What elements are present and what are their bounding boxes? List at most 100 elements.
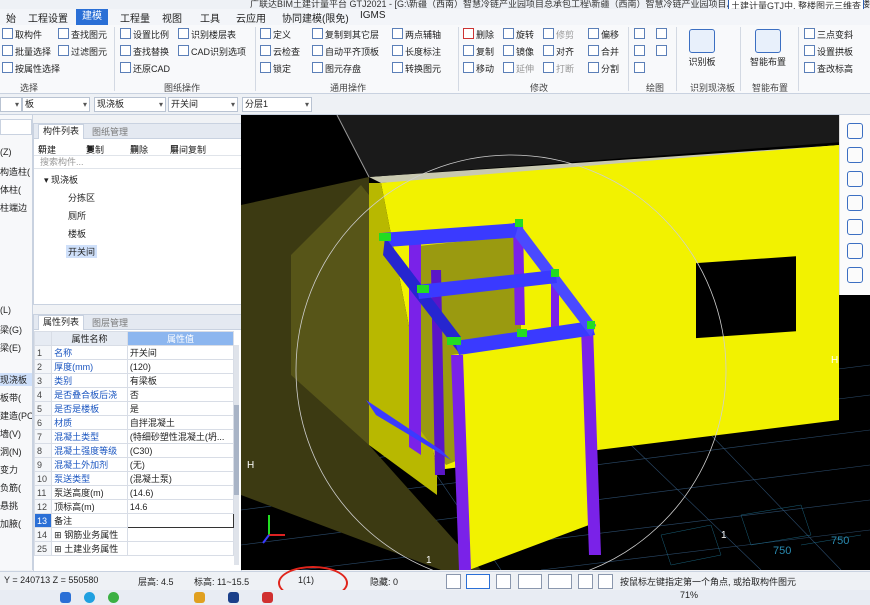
draw-circle-button[interactable] [656,28,669,40]
pdf-icon[interactable] [262,592,273,603]
cat-item[interactable]: 梁(E) [0,341,21,354]
chat-icon[interactable] [108,592,119,603]
save-element-button[interactable]: 图元存盘 [312,62,361,75]
tree-item[interactable]: 楼板 [68,227,86,240]
cat-item[interactable]: 悬挑 [0,499,18,512]
auto-align-slab-button[interactable]: 自动平齐顶板 [312,45,379,58]
batch-select-button[interactable]: 批量选择 [2,45,51,58]
break-button[interactable]: 打断 [543,62,574,75]
tab-view[interactable]: 视图 [162,10,182,25]
property-value[interactable]: 14.6 [126,499,235,514]
offset-toggle[interactable] [548,574,572,589]
property-scrollbar[interactable] [234,345,239,565]
mirror-button[interactable]: 镜像 [503,45,534,58]
draw-arc-button[interactable] [634,62,647,74]
rotate-button[interactable]: 旋转 [503,28,534,41]
report-icon[interactable] [847,267,863,283]
gtj-app-icon[interactable] [228,592,239,603]
trim-button[interactable]: 修剪 [543,28,574,41]
property-value[interactable]: 自拌混凝土 [126,415,235,430]
3d-view-icon[interactable] [847,171,863,187]
set-scale-button[interactable]: 设置比例 [120,28,169,41]
identify-board-button[interactable]: 识别板 [682,29,722,68]
smart-layout-button[interactable]: 智能布置 [746,29,790,68]
set-arch-slab-button[interactable]: 设置拱板 [804,45,853,58]
extend-button[interactable]: 延伸 [503,62,534,75]
tab-drawing-management[interactable]: 图纸管理 [88,125,132,138]
check-elevation-button[interactable]: 查改标高 [804,62,853,75]
tree-item-selected[interactable]: 开关间 [66,245,98,258]
browser-icon[interactable] [84,592,95,603]
pick-component-button[interactable]: 取构件 [2,28,42,41]
tab-project-settings[interactable]: 工程设置 [28,10,68,25]
layer-select[interactable]: 分层1 [242,97,312,112]
tab-igms[interactable]: IGMS [360,10,386,21]
property-value[interactable]: (无) [126,457,235,472]
three-point-slope-button[interactable]: 三点变斜 [804,28,853,41]
define-button[interactable]: 定义 [260,28,291,41]
tree-item[interactable]: 厕所 [68,209,86,222]
start-icon[interactable] [60,592,71,603]
draw-point-button[interactable] [634,28,647,40]
tree-root[interactable]: ▾ 现浇板 [44,173,78,186]
cat-item[interactable]: 墙(V) [0,427,21,440]
lock-button[interactable]: 锁定 [260,62,291,75]
cat-item[interactable]: 加腋( [0,517,21,530]
identify-floor-table-button[interactable]: 识别楼层表 [178,28,236,41]
property-value[interactable]: 是 [126,401,235,416]
view-toggle[interactable] [0,119,32,135]
floor-select[interactable] [0,97,22,112]
notice-banner[interactable]: 土建计量GTJ中, 整楼图元三维查 [728,0,864,9]
cross-toggle[interactable] [496,574,511,589]
axis-triad[interactable] [262,515,285,544]
restore-cad-button[interactable]: 还原CAD [120,62,170,75]
tab-collab[interactable]: 协同建模(限免) [282,10,349,25]
property-value[interactable]: (C30) [126,443,235,458]
zoom-extents-icon[interactable] [847,219,863,235]
dynamic-input-toggle[interactable] [578,574,593,589]
tab-component-list[interactable]: 构件列表 [38,124,85,139]
find-element-button[interactable]: 查找图元 [58,28,107,41]
cat-item[interactable]: 建造(PC [0,409,32,422]
move-button[interactable]: 移动 [463,62,494,75]
tab-modeling[interactable]: 建模 [76,9,108,25]
cloud-check-button[interactable]: 云检查 [260,45,300,58]
tab-cloud[interactable]: 云应用 [236,10,266,25]
delete-button[interactable]: 删除 [463,28,494,41]
component-select[interactable]: 开关间 [168,97,238,112]
property-value[interactable]: 有梁板 [126,373,235,388]
select-by-attr-button[interactable]: 按属性选择 [2,62,60,75]
folder-icon[interactable] [194,592,205,603]
tab-start[interactable]: 始 [6,10,16,25]
box-view-icon[interactable] [847,195,863,211]
component-search-input[interactable]: 搜索构件... [34,156,241,169]
tab-layer-management[interactable]: 图层管理 [88,316,132,329]
component-type-select[interactable]: 现浇板 [94,97,166,112]
cat-item[interactable]: 柱端边 [0,201,27,214]
copy-button[interactable]: 复制 [463,45,494,58]
property-value-input[interactable] [126,513,235,528]
find-replace-button[interactable]: 查找替换 [120,45,169,58]
two-point-axis-button[interactable]: 两点辅轴 [392,28,441,41]
settings-icon[interactable] [847,243,863,259]
plan-view-icon[interactable] [847,147,863,163]
cat-item[interactable]: 体柱( [0,183,21,196]
tab-tools[interactable]: 工具 [200,10,220,25]
tree-item[interactable]: 分拣区 [68,191,95,204]
align-button[interactable]: 对齐 [543,45,574,58]
cat-item[interactable]: 构造柱( [0,165,30,178]
property-value[interactable]: (120) [126,359,235,374]
draw-line-button[interactable] [634,45,647,57]
3d-viewport[interactable]: H H 1 1 750 750 [241,115,870,570]
property-value[interactable]: 否 [126,387,235,402]
cat-item[interactable]: 负筋( [0,481,21,494]
arc-toggle[interactable] [598,574,613,589]
offset-button[interactable]: 偏移 [588,28,619,41]
draw-rect-button[interactable] [656,45,669,57]
convert-element-button[interactable]: 转换图元 [392,62,441,75]
angle-toggle[interactable] [518,574,542,589]
ortho-toggle[interactable] [446,574,461,589]
property-value[interactable]: (14.6) [126,485,235,500]
cat-item[interactable]: 洞(N) [0,445,22,458]
cat-item-selected[interactable]: 现浇板 [0,373,32,386]
